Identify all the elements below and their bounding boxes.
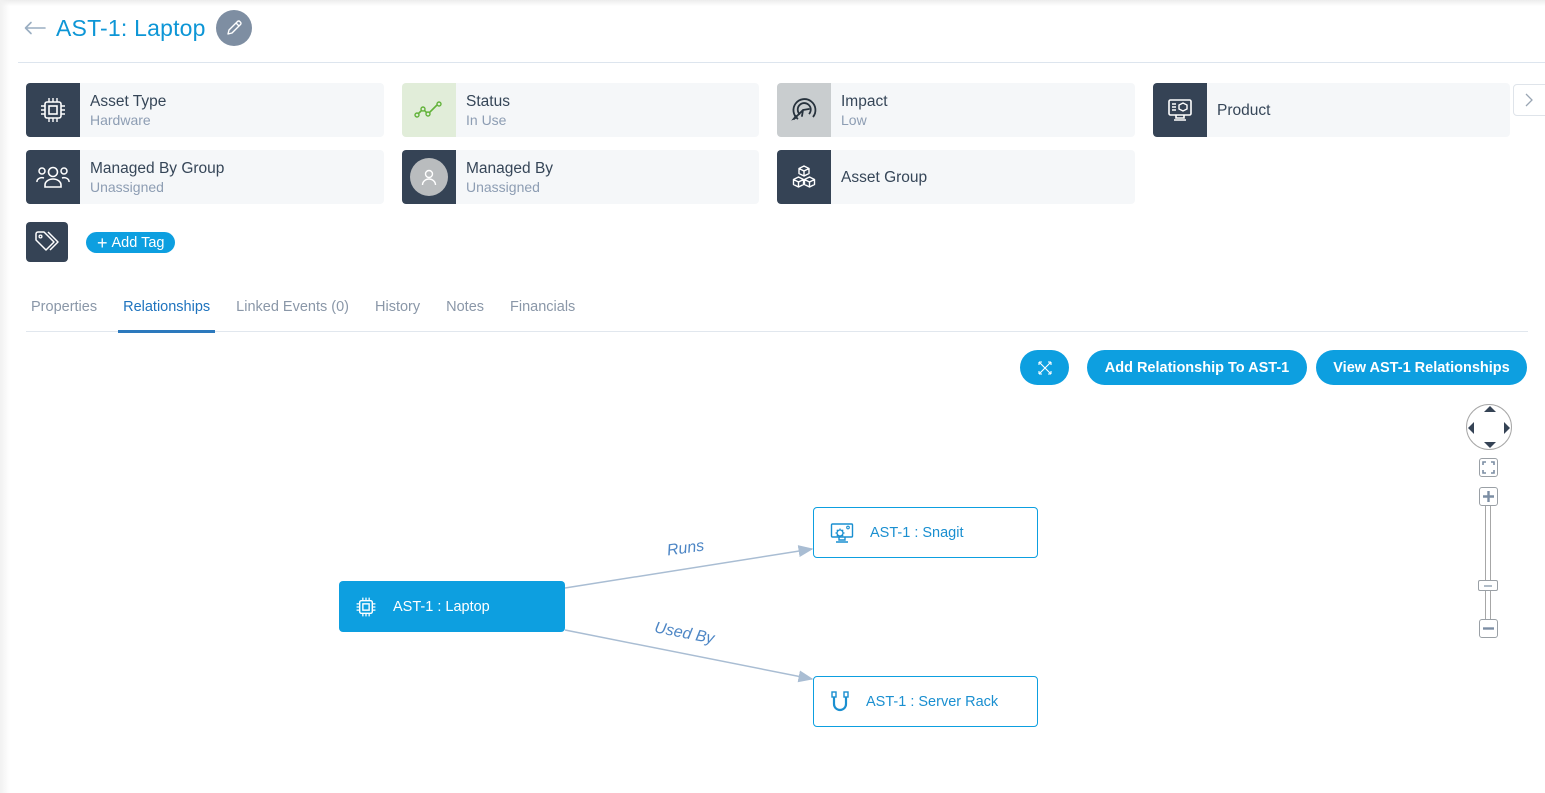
plus-icon: + xyxy=(97,232,108,253)
tab-history[interactable]: History xyxy=(370,296,425,332)
impact-icon-box xyxy=(777,83,831,137)
managed-by-icon-box xyxy=(402,150,456,204)
header-divider xyxy=(18,62,1545,63)
card-value: In Use xyxy=(466,111,507,128)
pan-down-icon[interactable] xyxy=(1484,442,1496,448)
card-label: Managed By xyxy=(466,159,554,177)
tab-bar: Properties Relationships Linked Events (… xyxy=(26,296,1528,333)
avatar xyxy=(410,158,448,196)
cable-icon xyxy=(831,690,849,711)
cards-next-button[interactable] xyxy=(1513,84,1545,116)
pencil-icon xyxy=(226,20,242,35)
page-title: AST-1: Laptop xyxy=(56,14,206,41)
page-header: AST-1: Laptop xyxy=(24,10,252,46)
zoom-slider-handle[interactable] xyxy=(1478,580,1498,591)
expand-arrows-icon xyxy=(1037,360,1052,375)
graph-node-laptop[interactable]: AST-1 : Laptop xyxy=(339,581,565,632)
expand-graph-button[interactable] xyxy=(1020,350,1069,385)
graph-node-snagit[interactable]: AST-1 : Snagit xyxy=(813,507,1038,558)
card-value: Low xyxy=(841,111,867,128)
asset-group-card[interactable]: Asset Group xyxy=(777,150,1135,204)
asset-type-card[interactable]: Asset Type Hardware xyxy=(26,83,384,137)
back-button[interactable] xyxy=(24,20,46,36)
product-icon-box xyxy=(1153,83,1207,137)
relationship-graph[interactable]: Runs Used By AST-1 : Laptop AST-1 : Snag… xyxy=(0,390,1545,793)
users-group-icon xyxy=(36,166,70,188)
card-label: Impact xyxy=(841,92,888,110)
monitor-box-icon xyxy=(1168,99,1192,121)
tab-linked-events[interactable]: Linked Events (0) xyxy=(231,296,354,332)
tab-financials[interactable]: Financials xyxy=(505,296,580,332)
minus-icon xyxy=(1483,627,1494,630)
card-value: Hardware xyxy=(90,111,151,128)
pan-up-icon[interactable] xyxy=(1484,406,1496,412)
add-relationship-button[interactable]: Add Relationship To AST-1 xyxy=(1087,350,1307,385)
graph-node-server-rack[interactable]: AST-1 : Server Rack xyxy=(813,676,1038,727)
pan-left-icon[interactable] xyxy=(1468,422,1474,434)
card-value: Unassigned xyxy=(466,178,540,195)
fit-to-screen-button[interactable] xyxy=(1479,458,1498,477)
node-label: AST-1 : Server Rack xyxy=(866,693,999,710)
tags-icon xyxy=(35,231,59,251)
card-value: Unassigned xyxy=(90,178,164,195)
asset-group-icon-box xyxy=(777,150,831,204)
user-avatar-icon xyxy=(421,169,437,186)
graph-edges xyxy=(564,545,814,683)
minus-handle-icon xyxy=(1484,584,1492,587)
zoom-in-button[interactable] xyxy=(1479,487,1498,506)
chevron-right-icon xyxy=(1525,93,1533,107)
pan-control[interactable] xyxy=(1466,404,1512,450)
tab-notes[interactable]: Notes xyxy=(441,296,489,332)
card-label: Asset Group xyxy=(841,168,928,186)
plus-icon xyxy=(1483,491,1494,502)
asset-type-icon-box xyxy=(26,83,80,137)
boxes-stack-icon xyxy=(792,165,816,188)
pan-right-icon[interactable] xyxy=(1504,422,1510,434)
managed-by-group-icon-box xyxy=(26,150,80,204)
view-relationships-button[interactable]: View AST-1 Relationships xyxy=(1316,350,1527,385)
card-label: Asset Type xyxy=(90,92,167,110)
fit-screen-icon xyxy=(1482,461,1495,474)
top-shadow xyxy=(0,0,1545,6)
edit-title-button[interactable] xyxy=(215,10,252,46)
zoom-slider-track[interactable] xyxy=(1485,506,1491,619)
tab-relationships[interactable]: Relationships xyxy=(118,296,216,333)
product-card[interactable]: Product xyxy=(1153,83,1510,137)
tab-properties[interactable]: Properties xyxy=(26,296,102,332)
impact-card[interactable]: Impact Low xyxy=(777,83,1135,137)
target-cursor-icon xyxy=(791,98,817,121)
arrow-left-icon xyxy=(24,21,46,35)
monitor-gear-icon xyxy=(830,522,854,543)
card-label: Status xyxy=(466,92,510,110)
cpu-chip-icon xyxy=(356,597,376,616)
status-card[interactable]: Status In Use xyxy=(402,83,759,137)
cpu-chip-icon xyxy=(41,98,65,122)
card-label: Product xyxy=(1217,101,1271,119)
node-label: AST-1 : Laptop xyxy=(393,598,490,615)
managed-by-card[interactable]: Managed By Unassigned xyxy=(402,150,759,204)
managed-by-group-card[interactable]: Managed By Group Unassigned xyxy=(26,150,384,204)
zoom-out-button[interactable] xyxy=(1479,619,1498,638)
add-tag-label: Add Tag xyxy=(111,234,165,251)
tags-icon-box xyxy=(26,222,68,262)
card-label: Managed By Group xyxy=(90,159,225,177)
status-icon-box xyxy=(402,83,456,137)
node-label: AST-1 : Snagit xyxy=(870,524,964,541)
add-tag-button[interactable]: + Add Tag xyxy=(86,232,176,253)
trend-line-icon xyxy=(414,101,442,118)
